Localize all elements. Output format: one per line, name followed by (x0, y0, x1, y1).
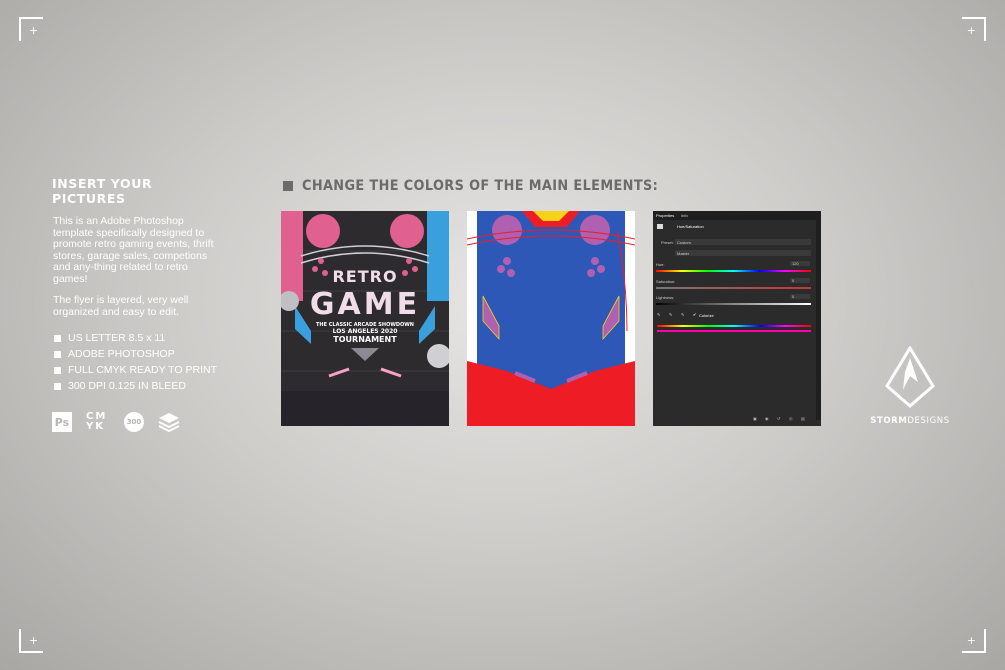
preset-label: Preset: (661, 240, 674, 245)
tab-properties[interactable]: Properties (656, 213, 674, 218)
brand-name: STORMDESIGNS (870, 416, 950, 426)
storm-designs-logo: STORMDESIGNS (870, 345, 950, 426)
flyer-title-retro: RETRO (332, 267, 398, 286)
clip-icon[interactable]: ▣ (753, 416, 757, 421)
colorize-checkbox[interactable]: ✔ (693, 312, 696, 317)
feature-item: US LETTER 8.5 x 11 (54, 330, 222, 346)
corner-mark-top-left: + (19, 17, 43, 41)
eyedropper-icon[interactable]: ✎ (657, 312, 660, 317)
saturation-label: Saturation: (656, 279, 676, 284)
feature-item: ADOBE PHOTOSHOP (54, 346, 222, 362)
eyedropper-minus-icon[interactable]: ✎ (681, 312, 684, 317)
visibility-icon[interactable]: ◎ (789, 416, 793, 421)
flyer-event: LOS ANGELES 2020 (332, 328, 398, 335)
lightness-slider[interactable] (656, 303, 811, 305)
section-title: CHANGE THE COLORS OF THE MAIN ELEMENTS: (283, 178, 689, 194)
hue-label: Hue: (656, 262, 665, 267)
layered-paragraph: The flyer is layered, very well organize… (53, 294, 189, 318)
adjustment-header: Hue/Saturation (677, 224, 704, 229)
flyer-event2: TOURNAMENT (333, 335, 397, 344)
photoshop-properties-panel: Properties Info Hue/Saturation Preset: C… (653, 211, 821, 426)
cmyk-icon: CM YK (86, 411, 108, 432)
lightness-label: Lightness: (656, 295, 675, 300)
tab-info[interactable]: Info (681, 213, 688, 218)
view-previous-icon[interactable]: ◉ (765, 416, 769, 421)
panel-footer-icons: ▣ ◉ ↺ ◎ ▤ (753, 416, 813, 422)
bullet-square-icon (54, 334, 61, 342)
software-icons: Ps CM YK 300 (52, 412, 222, 432)
lightness-value-field[interactable]: 0 (790, 294, 810, 299)
corner-mark-top-right: + (962, 17, 986, 41)
reset-icon[interactable]: ↺ (777, 416, 780, 421)
feature-item: FULL CMYK READY TO PRINT (54, 362, 222, 378)
saturation-slider[interactable] (656, 287, 811, 289)
storm-logo-icon (885, 345, 935, 408)
corner-mark-bottom-right: + (962, 629, 986, 653)
layers-icon (158, 413, 180, 432)
colorize-label: Colorize (699, 313, 714, 318)
hue-spectrum-bar (657, 325, 811, 327)
bullet-square-icon (54, 350, 61, 358)
hue-slider[interactable] (656, 270, 811, 272)
feature-list: US LETTER 8.5 x 11 ADOBE PHOTOSHOP FULL … (54, 330, 222, 394)
feature-item: 300 DPI 0.125 IN BLEED (54, 378, 222, 394)
panel-scrollbar[interactable] (816, 220, 821, 420)
description-paragraph: This is an Adobe Photoshop template spec… (53, 215, 214, 285)
saturation-value-field[interactable]: 0 (790, 278, 810, 283)
bullet-square-icon (54, 382, 61, 390)
hue-value-field[interactable]: 120 (790, 261, 810, 266)
corner-mark-bottom-left: + (19, 629, 43, 653)
info-column: INSERT YOUR PICTURES This is an Adobe Ph… (52, 176, 222, 432)
eyedropper-plus-icon[interactable]: ✎ (669, 312, 672, 317)
color-layers-preview (467, 211, 635, 426)
insert-pictures-title: INSERT YOUR PICTURES (52, 176, 153, 206)
preset-select[interactable]: Custom (675, 239, 811, 245)
title-square-icon (283, 181, 293, 191)
flyer-title-game: GAME (309, 287, 421, 322)
trash-icon[interactable]: ▤ (801, 416, 805, 421)
color-layers-artwork (467, 211, 635, 426)
result-spectrum-bar (657, 330, 811, 332)
bullet-square-icon (54, 366, 61, 374)
channel-select[interactable]: Master (675, 250, 811, 256)
photoshop-icon: Ps (52, 412, 72, 432)
flyer-preview: RETRO GAME THE CLASSIC ARCADE SHOWDOWN L… (281, 211, 449, 426)
panel-tab-bar: Properties Info (653, 211, 821, 220)
300-dpi-icon: 300 (124, 412, 144, 432)
adjustment-icon (657, 224, 663, 229)
